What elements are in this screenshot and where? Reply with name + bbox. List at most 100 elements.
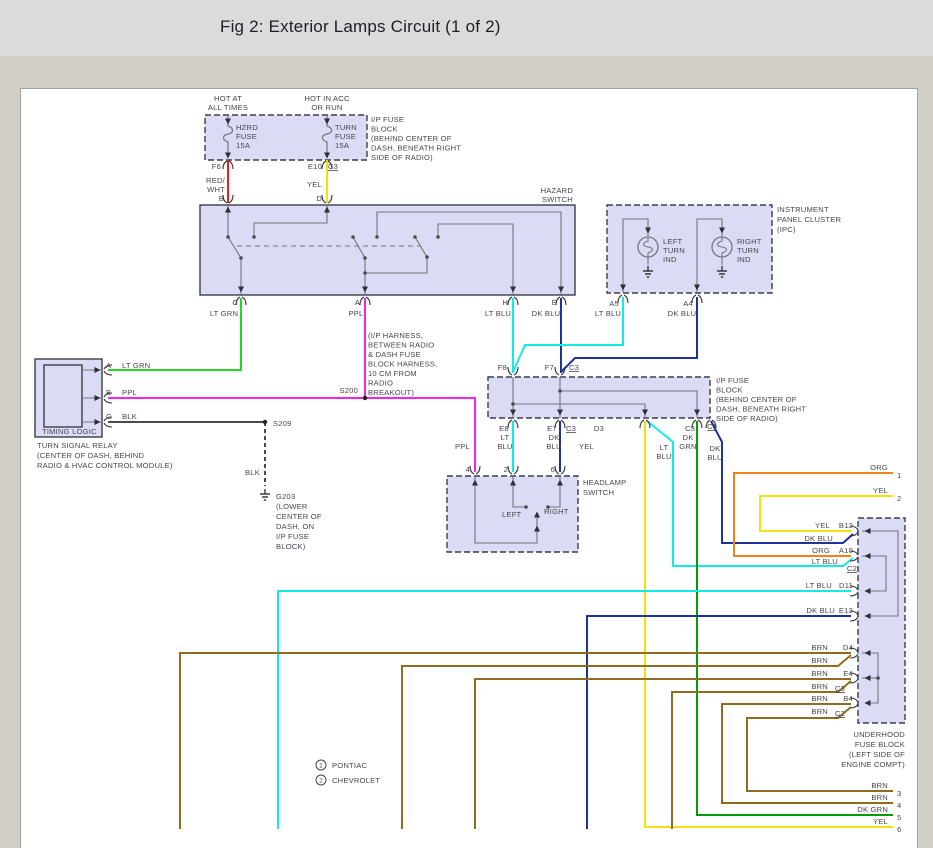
label-dk-grn: DK GRN (857, 805, 888, 814)
label-turn-signal-relay: TURN SIGNAL RELAY (37, 441, 118, 450)
label-ppl: PPL (349, 309, 364, 318)
label-lt-blu: LT BLU (812, 557, 838, 566)
label-fuse: FUSE (335, 132, 356, 141)
label-block: BLOCK) (276, 542, 306, 551)
splice-dot-5 (351, 235, 355, 239)
label-d3: D3 (594, 424, 604, 433)
label-fuse-block: FUSE BLOCK (855, 740, 905, 749)
label-dk-blu: DK BLU (532, 309, 561, 318)
label-block: BLOCK (716, 386, 743, 395)
label-block: BLOCK (371, 125, 398, 134)
legend-label-2: CHEVROLET (332, 776, 380, 785)
label-yel: YEL (579, 442, 594, 451)
splice-dot-3 (239, 256, 243, 260)
label-between-radio: BETWEEN RADIO (368, 341, 434, 350)
label-ppl: PPL (455, 442, 470, 451)
label-15a: 15A (236, 141, 251, 150)
splice-dot-8 (413, 235, 417, 239)
label-behind-center-of: (BEHIND CENTER OF (716, 395, 797, 404)
label-instrument: INSTRUMENT (777, 205, 829, 214)
label-c3: C3 (328, 162, 338, 171)
label-behind-center-of: (BEHIND CENTER OF (371, 134, 452, 143)
label-blk: BLK (122, 412, 137, 421)
label-hazard: HAZARD (541, 186, 574, 195)
label-s200: S200 (339, 386, 358, 395)
label-1: 1 (897, 471, 901, 480)
label-a: A (106, 361, 112, 370)
splice-dot-1 (262, 419, 268, 425)
label-ind: IND (737, 255, 751, 264)
label-wht: WHT (207, 185, 225, 194)
label-dash-beneath-right: DASH, BENEATH RIGHT (716, 405, 806, 414)
label-org: ORG (870, 463, 888, 472)
label-d11: D11 (839, 581, 853, 590)
label-c: C (232, 298, 238, 307)
label-c2: C2 (835, 709, 845, 718)
label-turn: TURN (335, 123, 357, 132)
label-yel: YEL (307, 180, 322, 189)
label-red: RED/ (206, 176, 226, 185)
label-dash-beneath-right: DASH, BENEATH RIGHT (371, 144, 461, 153)
label-ppl: PPL (122, 388, 137, 397)
label-turn: TURN (737, 246, 759, 255)
splice-dot-9 (425, 255, 429, 259)
ip-fuse-block-mid-box (487, 376, 711, 419)
label-dk: DK (683, 433, 694, 442)
splice-dot-14 (876, 676, 880, 680)
splice-dot-2 (226, 235, 230, 239)
label-e4: E4 (843, 669, 853, 678)
label-4: 4 (897, 801, 901, 810)
label-yel: YEL (873, 817, 888, 826)
label-e7: E7 (547, 424, 557, 433)
label-brn: BRN (811, 694, 828, 703)
label-blk: BLK (245, 468, 260, 477)
label-i-p-fuse: I/P FUSE (716, 376, 749, 385)
label-h: H (502, 298, 508, 307)
splice-dot-11 (363, 271, 367, 275)
label-fuse: FUSE (236, 132, 257, 141)
label-blu: BLU (497, 442, 512, 451)
label-f6: F6 (212, 162, 221, 171)
label-c3: C3 (835, 684, 845, 693)
label-ipc: (IPC) (777, 225, 796, 234)
label-dk: DK (710, 444, 721, 453)
label-lower: (LOWER (276, 502, 308, 511)
label-breakout: BREAKOUT) (368, 388, 414, 397)
splice-dot-10 (436, 235, 440, 239)
label-c3: C3 (566, 424, 576, 433)
label-dash-fuse: & DASH FUSE (368, 350, 421, 359)
label-engine-compt: ENGINE COMPT) (841, 760, 905, 769)
label-yel: YEL (873, 486, 888, 495)
label-blu: BLU (656, 452, 671, 461)
label-blu: BLU (546, 442, 561, 451)
label-c3: C3 (569, 363, 579, 372)
label-10-cm-from: 10 CM FROM (368, 369, 417, 378)
label-2: 2 (504, 465, 508, 474)
label-4: 4 (466, 465, 470, 474)
label-hot-at: HOT AT (214, 94, 242, 103)
label-dk-blu: DK BLU (804, 534, 833, 543)
label-grn: GRN (679, 442, 696, 451)
label-right: RIGHT (544, 507, 569, 516)
label-headlamp: HEADLAMP (583, 478, 626, 487)
splice-dot-4 (252, 235, 256, 239)
label-left-side-of: (LEFT SIDE OF (849, 750, 905, 759)
legend-num-1: 1 (319, 762, 323, 769)
splice-dot-6 (363, 256, 367, 260)
label-c: C (106, 412, 112, 421)
label-e12: E12 (839, 606, 853, 615)
label-side-of-radio: SIDE OF RADIO) (371, 153, 433, 162)
label-brn: BRN (811, 643, 828, 652)
label-b: B (219, 194, 224, 203)
label-brn: BRN (811, 682, 828, 691)
label-org: ORG (812, 546, 830, 555)
label-side-of-radio: SIDE OF RADIO) (716, 414, 778, 423)
label-radio-hvac-control-module: RADIO & HVAC CONTROL MODULE) (37, 461, 173, 470)
label-c2: C2 (847, 564, 857, 573)
label-turn: TURN (663, 246, 685, 255)
label-center-of: CENTER OF (276, 512, 322, 521)
label-a5: A5 (609, 299, 619, 308)
label-ind: IND (663, 255, 677, 264)
label-hot-in-acc: HOT IN ACC (304, 94, 350, 103)
splice-dot-7 (375, 235, 379, 239)
